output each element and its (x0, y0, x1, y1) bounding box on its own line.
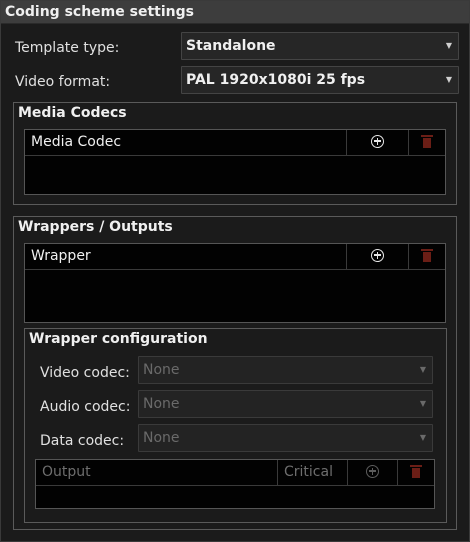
wrappers-table[interactable]: Wrapper (24, 243, 446, 323)
data-codec-value: None (143, 430, 180, 446)
chevron-down-icon: ▼ (419, 433, 426, 442)
outputs-table-header: Output Critical (36, 460, 434, 486)
media-codecs-table[interactable]: Media Codec (24, 129, 446, 195)
video-format-value: PAL 1920x1080i 25 fps (186, 72, 366, 88)
chevron-down-icon: ▼ (419, 365, 426, 374)
wrapper-column-header[interactable]: Wrapper (25, 244, 347, 269)
media-codec-column-header[interactable]: Media Codec (25, 130, 347, 155)
media-codecs-group: Media Codecs Media Codec (13, 102, 457, 205)
audio-codec-select[interactable]: None ▼ (138, 390, 433, 418)
plus-circle-icon (366, 464, 379, 478)
wrappers-outputs-group: Wrappers / Outputs Wrapper Wrapper confi… (13, 216, 457, 530)
wrapper-configuration-group: Wrapper configuration Video codec: None … (24, 328, 447, 523)
trash-icon (421, 248, 433, 262)
plus-circle-icon (371, 134, 384, 148)
add-wrapper-button[interactable] (347, 244, 409, 269)
wrapper-configuration-title: Wrapper configuration (29, 331, 208, 347)
video-format-label: Video format: (15, 74, 111, 90)
coding-scheme-settings-window: Coding scheme settings Template type: St… (0, 0, 470, 542)
plus-circle-icon (371, 248, 384, 262)
data-codec-select[interactable]: None ▼ (138, 424, 433, 452)
template-type-select[interactable]: Standalone ▼ (181, 32, 459, 60)
trash-icon (421, 134, 433, 148)
output-column-header[interactable]: Output (36, 460, 278, 485)
video-codec-label: Video codec: (40, 365, 130, 381)
delete-wrapper-button[interactable] (409, 244, 445, 269)
video-format-select[interactable]: PAL 1920x1080i 25 fps ▼ (181, 66, 459, 94)
video-codec-select[interactable]: None ▼ (138, 356, 433, 384)
delete-media-codec-button[interactable] (409, 130, 445, 155)
media-codecs-title: Media Codecs (18, 105, 127, 121)
wrappers-outputs-title: Wrappers / Outputs (18, 219, 173, 235)
window-title: Coding scheme settings (1, 1, 469, 24)
media-codecs-table-header: Media Codec (25, 130, 445, 156)
add-output-button[interactable] (348, 460, 398, 485)
audio-codec-value: None (143, 396, 180, 412)
template-type-label: Template type: (15, 40, 120, 56)
video-codec-value: None (143, 362, 180, 378)
delete-output-button[interactable] (398, 460, 434, 485)
data-codec-label: Data codec: (40, 433, 125, 449)
audio-codec-label: Audio codec: (40, 399, 131, 415)
wrappers-table-header: Wrapper (25, 244, 445, 270)
critical-column-header[interactable]: Critical (278, 460, 348, 485)
template-type-value: Standalone (186, 38, 276, 54)
chevron-down-icon: ▼ (445, 41, 452, 50)
chevron-down-icon: ▼ (445, 75, 452, 84)
chevron-down-icon: ▼ (419, 399, 426, 408)
outputs-table[interactable]: Output Critical (35, 459, 435, 509)
trash-icon (410, 464, 422, 478)
add-media-codec-button[interactable] (347, 130, 409, 155)
